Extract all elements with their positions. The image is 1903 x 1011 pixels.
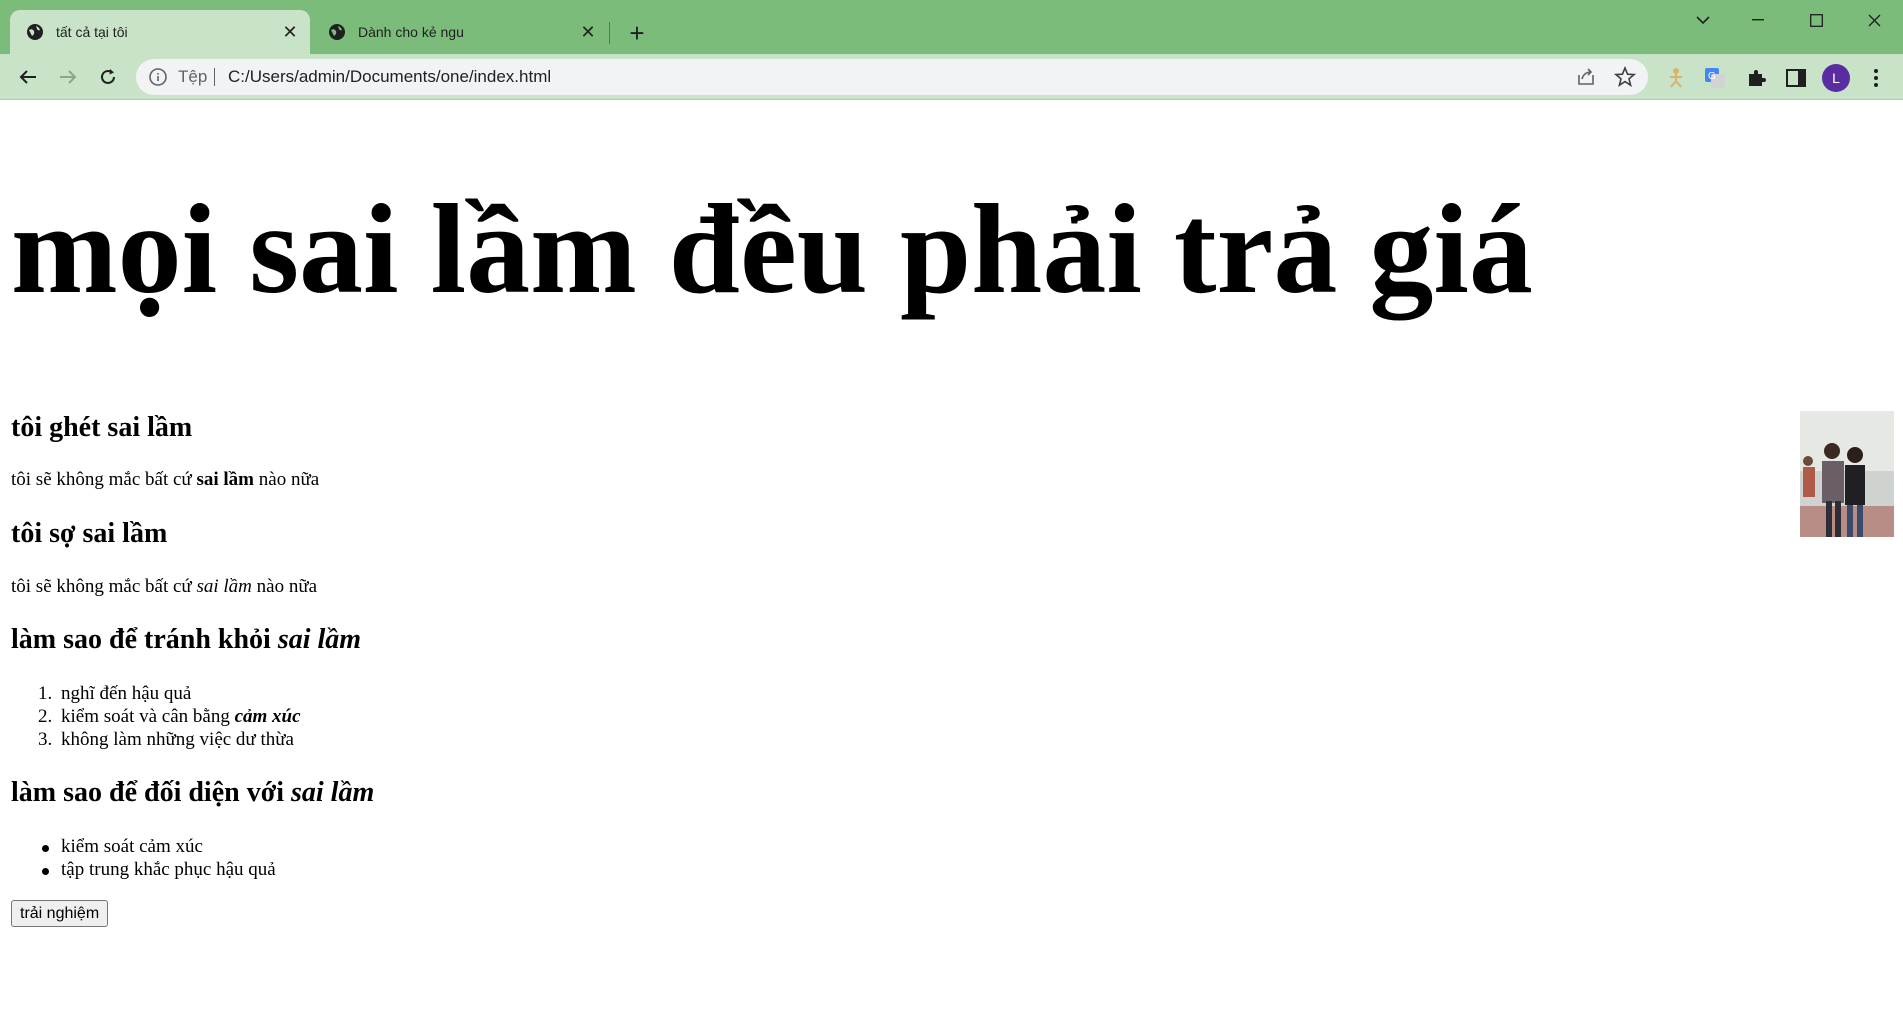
bookmark-star-icon[interactable] — [1613, 65, 1637, 88]
tab-active[interactable]: tất cả tại tôi ✕ — [10, 10, 310, 54]
extensions-puzzle-icon[interactable] — [1744, 66, 1768, 90]
list-item: kiểm soát và cân bằng cảm xúc — [61, 706, 301, 728]
scheme-divider — [214, 68, 215, 86]
more-menu-icon[interactable] — [1864, 66, 1888, 90]
side-panel-icon[interactable] — [1784, 66, 1808, 90]
extension-figure-icon[interactable] — [1664, 66, 1688, 90]
heading-italic: sai lầm — [291, 777, 375, 808]
section-heading: làm sao để đối diện với sai lầm — [11, 777, 374, 809]
bold-text: sai lầm — [196, 469, 255, 490]
scheme-label: Tệp — [178, 67, 208, 86]
section-heading: tôi ghét sai lầm — [11, 412, 193, 443]
translate-icon[interactable]: G — [1703, 66, 1727, 90]
tab-title: Dành cho kẻ ngu — [358, 24, 464, 40]
reload-icon[interactable] — [92, 61, 124, 93]
list-bullet — [42, 845, 49, 852]
browser-titlebar: tất cả tại tôi ✕ Dành cho kẻ ngu ✕ + — [0, 0, 1903, 54]
close-tab-icon[interactable]: ✕ — [576, 20, 600, 44]
address-bar[interactable]: Tệp C:/Users/admin/Documents/one/index.h… — [136, 59, 1648, 95]
page-content: mọi sai lầm đều phải trả giá tôi ghét sa… — [0, 101, 1903, 1011]
globe-icon — [328, 23, 346, 41]
url-text[interactable]: C:/Users/admin/Documents/one/index.html — [228, 67, 551, 87]
tab-divider — [609, 22, 610, 44]
photo-image — [1800, 411, 1894, 537]
paragraph: tôi sẽ không mắc bất cứ sai lầm nào nữa — [11, 469, 319, 491]
profile-avatar[interactable]: L — [1822, 64, 1850, 92]
tab-inactive[interactable]: Dành cho kẻ ngu ✕ — [312, 10, 608, 54]
forward-icon[interactable] — [52, 61, 84, 93]
list-number: 2. — [38, 706, 53, 727]
list-item: tập trung khắc phục hậu quả — [61, 859, 276, 880]
paragraph-text: tôi sẽ không mắc bất cứ — [11, 469, 197, 490]
list-number: 3. — [38, 729, 53, 750]
back-icon[interactable] — [12, 61, 44, 93]
new-tab-button[interactable]: + — [622, 18, 652, 48]
heading-italic: sai lầm — [277, 624, 362, 655]
heading-text: làm sao để đối diện với — [11, 777, 291, 808]
paragraph-text: nào nữa — [251, 576, 318, 597]
maximize-button[interactable] — [1793, 4, 1839, 36]
browser-toolbar: Tệp C:/Users/admin/Documents/one/index.h… — [0, 54, 1903, 100]
minimize-button[interactable] — [1735, 4, 1781, 36]
list-item-text: kiểm soát và cân bằng — [61, 706, 235, 727]
italic-text: sai lầm — [196, 576, 252, 597]
close-tab-icon[interactable]: ✕ — [278, 20, 302, 44]
list-item: nghĩ đến hậu quả — [61, 683, 192, 704]
tab-title: tất cả tại tôi — [56, 24, 128, 40]
list-item: không làm những việc dư thừa — [61, 729, 294, 750]
list-number: 1. — [38, 683, 53, 704]
section-heading: làm sao để tránh khỏi sai lầm — [11, 624, 361, 656]
globe-icon — [26, 23, 44, 41]
experience-button[interactable]: trải nghiệm — [11, 900, 109, 927]
share-icon[interactable] — [1576, 67, 1596, 87]
paragraph-text: nào nữa — [254, 469, 320, 490]
tab-search-chevron-icon[interactable] — [1680, 4, 1726, 36]
paragraph-text: tôi sẽ không mắc bất cứ — [11, 576, 197, 597]
heading-text: làm sao để tránh khỏi — [11, 624, 278, 655]
list-bullet — [42, 868, 49, 875]
site-info-icon[interactable] — [148, 67, 168, 87]
page-title: mọi sai lầm đều phải trả giá — [11, 178, 1533, 320]
list-item: kiểm soát cảm xúc — [61, 836, 203, 857]
emphasis-text: cảm xúc — [234, 706, 301, 727]
section-heading: tôi sợ sai lầm — [11, 518, 168, 549]
paragraph: tôi sẽ không mắc bất cứ sai lầm nào nữa — [11, 576, 317, 598]
svg-text:G: G — [1708, 71, 1716, 82]
close-window-button[interactable] — [1851, 4, 1897, 36]
